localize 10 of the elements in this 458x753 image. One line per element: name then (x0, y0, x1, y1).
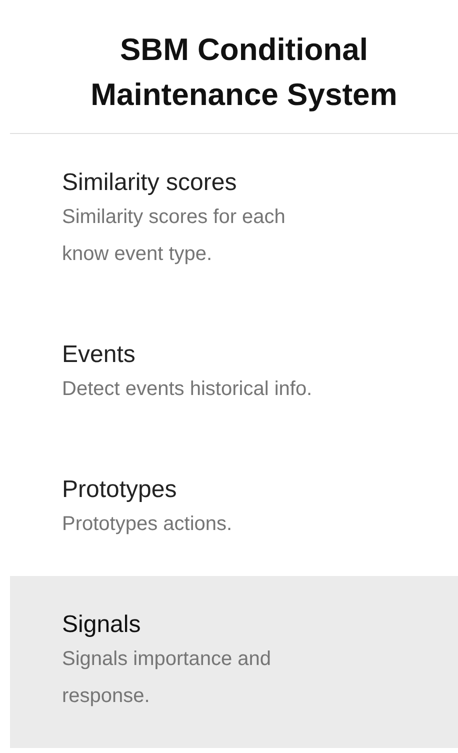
nav-item[interactable]: Signals Signals importance and response. (10, 576, 458, 748)
app-title: SBM Conditional Maintenance System (90, 31, 398, 114)
nav-item-description: Prototypes actions. (62, 512, 234, 537)
nav-item-description: Signals importance and response. (62, 647, 272, 709)
nav-item-description: Detect events historical info. (62, 377, 314, 402)
nav-item-title: Events (62, 340, 136, 370)
nav-item-title: Similarity scores (62, 168, 238, 198)
nav-item-description: Similarity scores for each know event type. (62, 205, 286, 267)
nav-item-title: Prototypes (62, 475, 178, 505)
nav-item-title: Signals (62, 610, 142, 640)
